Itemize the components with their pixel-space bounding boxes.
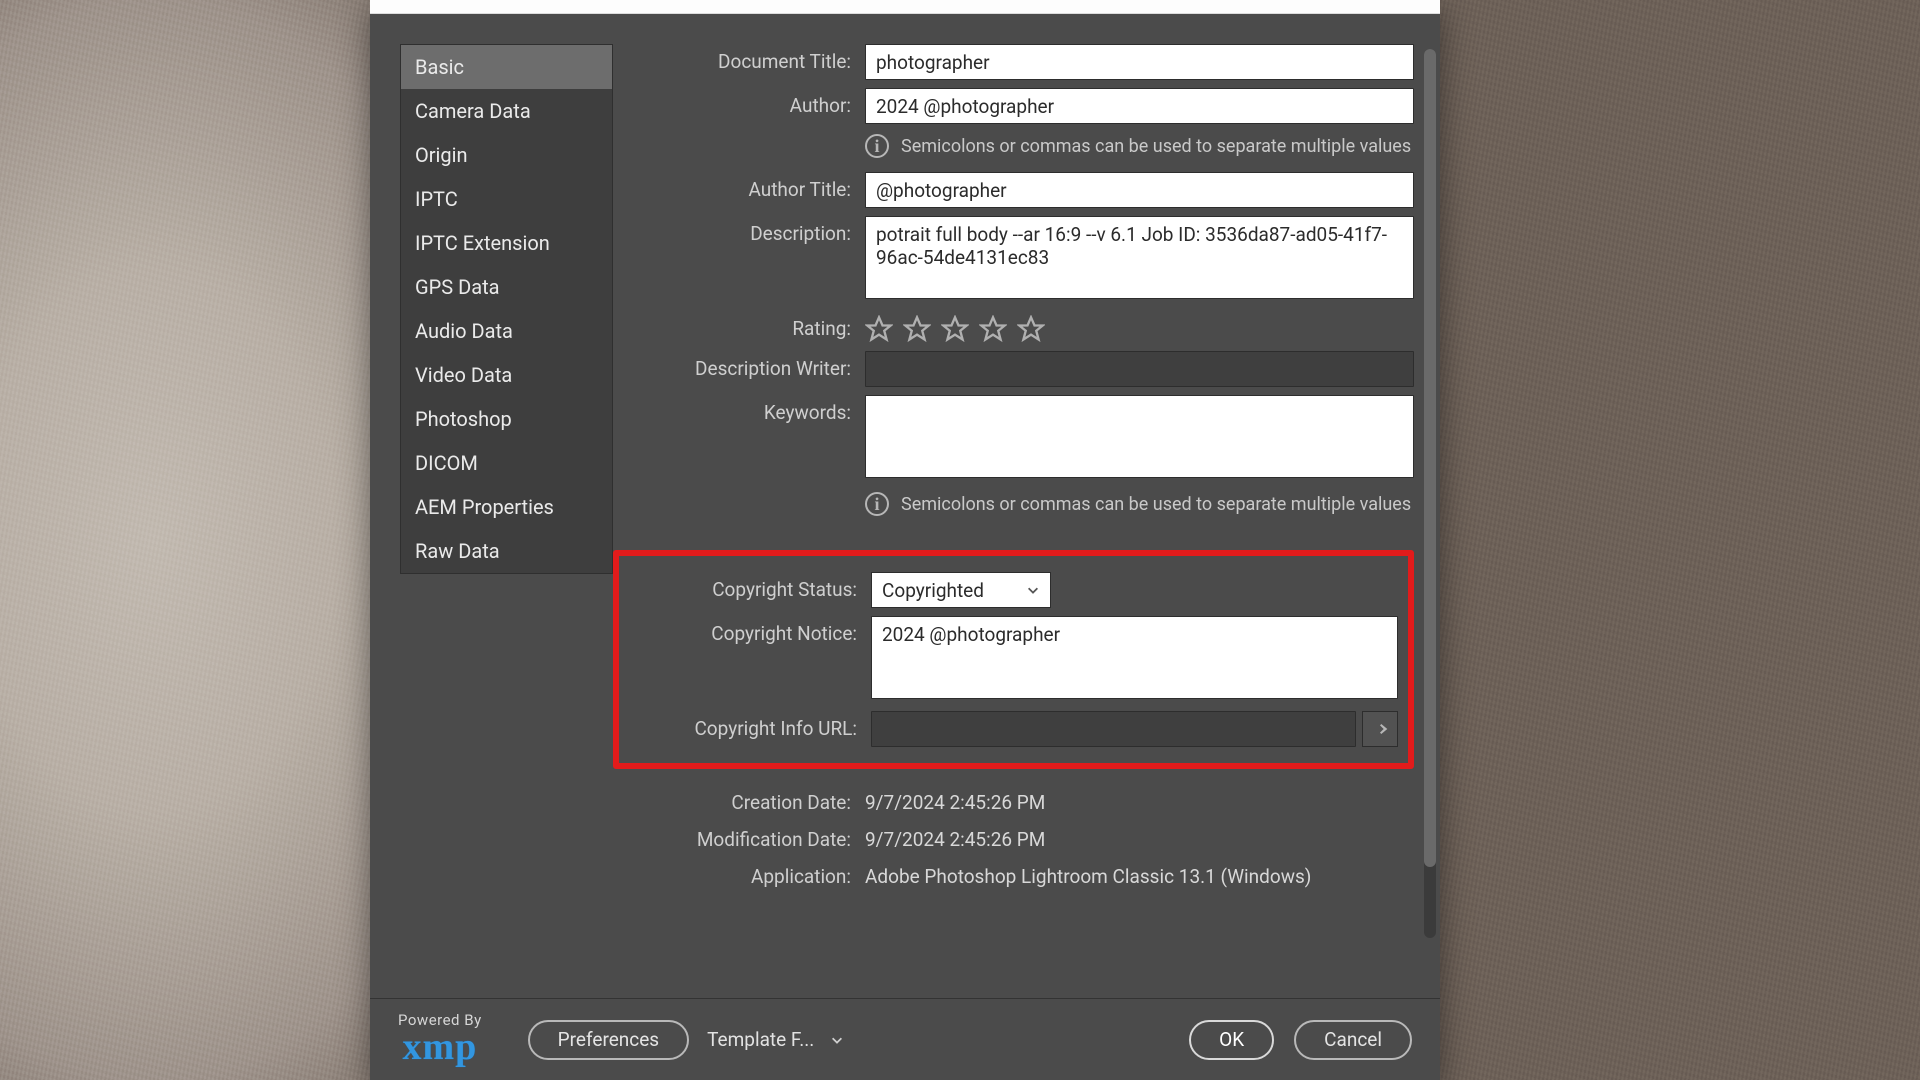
sidebar-item-label: Origin bbox=[415, 143, 468, 167]
label-author: Author: bbox=[613, 88, 865, 117]
sidebar-item-iptc[interactable]: IPTC bbox=[401, 177, 612, 221]
open-url-button[interactable] bbox=[1362, 711, 1398, 747]
label-copyright-status: Copyright Status: bbox=[619, 572, 871, 601]
sidebar-item-camera-data[interactable]: Camera Data bbox=[401, 89, 612, 133]
hint-text: Semicolons or commas can be used to sepa… bbox=[901, 136, 1411, 157]
label-keywords: Keywords: bbox=[613, 395, 865, 424]
file-info-dialog: Basic Camera Data Origin IPTC IPTC Exten… bbox=[370, 0, 1440, 1080]
star-2-icon[interactable] bbox=[903, 315, 931, 343]
description-textarea[interactable] bbox=[865, 216, 1414, 299]
label-application: Application: bbox=[613, 859, 865, 888]
template-label: Template F... bbox=[707, 1028, 814, 1051]
label-document-title: Document Title: bbox=[613, 44, 865, 73]
cancel-button[interactable]: Cancel bbox=[1294, 1020, 1412, 1060]
label-description: Description: bbox=[613, 216, 865, 245]
author-title-input[interactable] bbox=[865, 172, 1414, 208]
label-copyright-notice: Copyright Notice: bbox=[619, 616, 871, 645]
sidebar-item-label: DICOM bbox=[415, 451, 478, 475]
info-icon: i bbox=[865, 134, 889, 158]
label-author-title: Author Title: bbox=[613, 172, 865, 201]
copyright-section-highlight: Copyright Status: Copyrighted Copyright … bbox=[613, 550, 1414, 769]
keywords-hint: i Semicolons or commas can be used to se… bbox=[865, 486, 1414, 530]
sidebar-item-aem[interactable]: AEM Properties bbox=[401, 485, 612, 529]
sidebar-item-video-data[interactable]: Video Data bbox=[401, 353, 612, 397]
xmp-logo: xmp bbox=[402, 1028, 477, 1066]
star-5-icon[interactable] bbox=[1017, 315, 1045, 343]
copyright-notice-textarea[interactable] bbox=[871, 616, 1398, 699]
ok-button[interactable]: OK bbox=[1189, 1020, 1274, 1060]
sidebar-item-audio-data[interactable]: Audio Data bbox=[401, 309, 612, 353]
preferences-button[interactable]: Preferences bbox=[528, 1020, 689, 1060]
dialog-footer: Powered By xmp Preferences Template F...… bbox=[370, 998, 1440, 1080]
label-description-writer: Description Writer: bbox=[613, 351, 865, 380]
document-title-input[interactable] bbox=[865, 44, 1414, 80]
copyright-status-value: Copyrighted bbox=[882, 579, 984, 602]
chevron-down-icon bbox=[830, 1033, 844, 1047]
open-url-icon bbox=[1369, 718, 1391, 740]
template-dropdown[interactable]: Template F... bbox=[707, 1028, 844, 1051]
sidebar-item-photoshop[interactable]: Photoshop bbox=[401, 397, 612, 441]
label-rating: Rating: bbox=[613, 311, 865, 340]
dialog-body: Basic Camera Data Origin IPTC IPTC Exten… bbox=[370, 14, 1440, 998]
star-4-icon[interactable] bbox=[979, 315, 1007, 343]
sidebar-item-label: IPTC Extension bbox=[415, 231, 550, 255]
label-modification-date: Modification Date: bbox=[613, 822, 865, 851]
sidebar-item-gps-data[interactable]: GPS Data bbox=[401, 265, 612, 309]
application-value: Adobe Photoshop Lightroom Classic 13.1 (… bbox=[865, 859, 1414, 888]
sidebar-item-label: AEM Properties bbox=[415, 495, 554, 519]
sidebar-item-iptc-ext[interactable]: IPTC Extension bbox=[401, 221, 612, 265]
sidebar-item-label: IPTC bbox=[415, 187, 458, 211]
chevron-down-icon bbox=[1026, 583, 1040, 597]
label-creation-date: Creation Date: bbox=[613, 785, 865, 814]
hint-text: Semicolons or commas can be used to sepa… bbox=[901, 494, 1411, 515]
sidebar-item-label: GPS Data bbox=[415, 275, 500, 299]
sidebar-item-raw-data[interactable]: Raw Data bbox=[401, 529, 612, 573]
dialog-toolbar bbox=[370, 0, 1440, 14]
creation-date-value: 9/7/2024 2:45:26 PM bbox=[865, 785, 1414, 814]
xmp-branding: Powered By xmp bbox=[398, 1013, 482, 1066]
sidebar-item-label: Raw Data bbox=[415, 539, 500, 563]
copyright-status-select[interactable]: Copyrighted bbox=[871, 572, 1051, 608]
sidebar-item-label: Video Data bbox=[415, 363, 512, 387]
rating-stars bbox=[865, 311, 1414, 343]
sidebar-item-origin[interactable]: Origin bbox=[401, 133, 612, 177]
label-copyright-info-url: Copyright Info URL: bbox=[619, 711, 871, 740]
sidebar-item-dicom[interactable]: DICOM bbox=[401, 441, 612, 485]
sidebar-item-label: Basic bbox=[415, 55, 464, 79]
sidebar-item-label: Audio Data bbox=[415, 319, 513, 343]
star-1-icon[interactable] bbox=[865, 315, 893, 343]
star-3-icon[interactable] bbox=[941, 315, 969, 343]
keywords-textarea[interactable] bbox=[865, 395, 1414, 478]
basic-form: Document Title: Author: i Semicolons or … bbox=[613, 14, 1440, 998]
form-scrollbar[interactable] bbox=[1424, 49, 1436, 938]
category-sidebar: Basic Camera Data Origin IPTC IPTC Exten… bbox=[400, 44, 613, 574]
sidebar-item-label: Photoshop bbox=[415, 407, 512, 431]
info-icon: i bbox=[865, 492, 889, 516]
modification-date-value: 9/7/2024 2:45:26 PM bbox=[865, 822, 1414, 851]
author-hint: i Semicolons or commas can be used to se… bbox=[865, 128, 1414, 172]
sidebar-item-basic[interactable]: Basic bbox=[401, 45, 612, 89]
author-input[interactable] bbox=[865, 88, 1414, 124]
sidebar-item-label: Camera Data bbox=[415, 99, 531, 123]
copyright-info-url-input[interactable] bbox=[871, 711, 1356, 747]
description-writer-input[interactable] bbox=[865, 351, 1414, 387]
